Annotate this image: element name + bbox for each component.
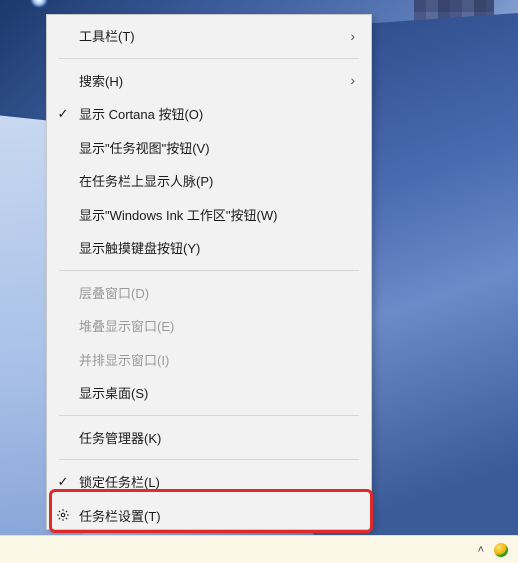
menu-label: 层叠窗口(D) bbox=[79, 283, 357, 302]
taskbar-context-menu: 工具栏(T) › 搜索(H) › 显示 Cortana 按钮(O) 显示"任务视… bbox=[46, 14, 372, 530]
menu-item-show-taskview[interactable]: 显示"任务视图"按钮(V) bbox=[47, 131, 371, 165]
check-icon bbox=[47, 106, 79, 122]
taskbar[interactable]: ˄ bbox=[0, 535, 518, 563]
menu-label: 显示触摸键盘按钮(Y) bbox=[79, 238, 357, 257]
gear-icon bbox=[47, 508, 79, 522]
censored-region bbox=[462, 58, 518, 106]
menu-label: 堆叠显示窗口(E) bbox=[79, 316, 357, 335]
menu-item-show-cortana[interactable]: 显示 Cortana 按钮(O) bbox=[47, 97, 371, 131]
menu-label: 搜索(H) bbox=[79, 71, 350, 90]
menu-separator bbox=[59, 415, 359, 416]
chevron-right-icon: › bbox=[350, 72, 355, 88]
menu-label: 锁定任务栏(L) bbox=[79, 472, 357, 491]
menu-separator bbox=[59, 270, 359, 271]
menu-item-lock-taskbar[interactable]: 锁定任务栏(L) bbox=[47, 465, 371, 499]
tray-app-icon[interactable] bbox=[494, 543, 508, 557]
menu-label: 在任务栏上显示人脉(P) bbox=[79, 171, 357, 190]
menu-item-show-ink[interactable]: 显示"Windows Ink 工作区"按钮(W) bbox=[47, 198, 371, 232]
menu-separator bbox=[59, 58, 359, 59]
menu-label: 显示"任务视图"按钮(V) bbox=[79, 138, 357, 157]
menu-item-show-people[interactable]: 在任务栏上显示人脉(P) bbox=[47, 164, 371, 198]
menu-separator bbox=[59, 459, 359, 460]
menu-item-toolbars[interactable]: 工具栏(T) › bbox=[47, 19, 371, 53]
menu-item-search[interactable]: 搜索(H) › bbox=[47, 64, 371, 98]
tray-overflow-icon[interactable]: ˄ bbox=[478, 544, 484, 556]
menu-item-show-desktop[interactable]: 显示桌面(S) bbox=[47, 376, 371, 410]
menu-item-sidebyside-windows: 并排显示窗口(I) bbox=[47, 343, 371, 377]
menu-label: 工具栏(T) bbox=[79, 26, 350, 45]
menu-label: 显示"Windows Ink 工作区"按钮(W) bbox=[79, 205, 357, 224]
check-icon bbox=[47, 474, 79, 490]
menu-item-stack-windows: 堆叠显示窗口(E) bbox=[47, 309, 371, 343]
menu-item-show-touchkeyboard[interactable]: 显示触摸键盘按钮(Y) bbox=[47, 231, 371, 265]
menu-item-taskbar-settings[interactable]: 任务栏设置(T) bbox=[47, 499, 371, 533]
menu-label: 任务栏设置(T) bbox=[79, 506, 357, 525]
chevron-right-icon: › bbox=[350, 28, 355, 44]
menu-label: 显示 Cortana 按钮(O) bbox=[79, 104, 357, 123]
menu-label: 显示桌面(S) bbox=[79, 383, 357, 402]
menu-label: 并排显示窗口(I) bbox=[79, 350, 357, 369]
menu-label: 任务管理器(K) bbox=[79, 428, 357, 447]
menu-item-task-manager[interactable]: 任务管理器(K) bbox=[47, 421, 371, 455]
menu-item-cascade-windows: 层叠窗口(D) bbox=[47, 276, 371, 310]
censored-region bbox=[414, 0, 494, 54]
